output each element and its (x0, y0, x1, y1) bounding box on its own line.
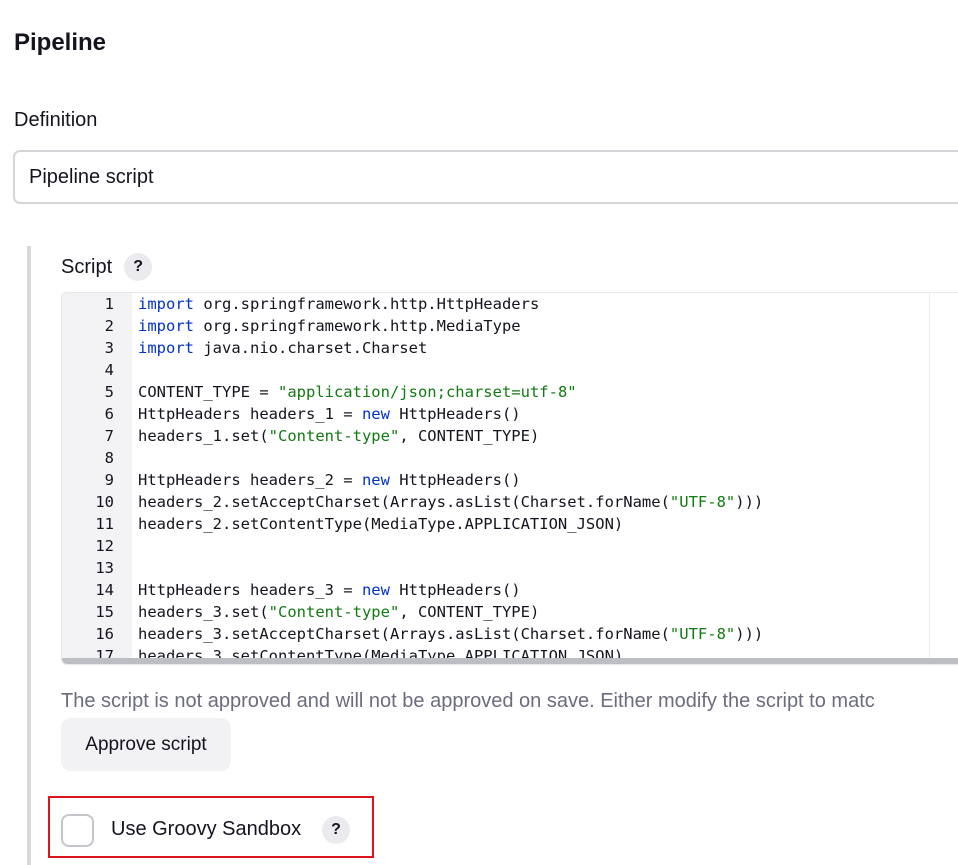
code-token: HttpHeaders() (389, 405, 521, 423)
code-token: org.springframework.http.MediaType (194, 317, 521, 335)
code-keyword: import (138, 317, 194, 335)
code-token: headers_3.set( (138, 603, 269, 621)
code-token: java.nio.charset.Charset (194, 339, 428, 357)
line-number: 1 (104, 295, 114, 313)
code-line: 2 import org.springframework.http.MediaTy… (62, 315, 763, 337)
code-line: 3 import java.nio.charset.Charset (62, 337, 763, 359)
code-string: "application/json;charset=utf-8" (277, 383, 577, 401)
editor-print-margin (929, 293, 930, 664)
line-number: 14 (95, 581, 114, 599)
code-token: ))) (735, 625, 764, 643)
code-line: 7 headers_1.set("Content-type", CONTENT_T… (62, 425, 763, 447)
code-text: HttpHeaders headers_3 = new HttpHeaders(… (114, 579, 521, 601)
line-number: 2 (104, 317, 114, 335)
code-line: 6 HttpHeaders headers_1 = new HttpHeaders… (62, 403, 763, 425)
code-string: "Content-type" (268, 603, 400, 621)
line-number: 6 (104, 405, 114, 423)
code-token: headers_2.setAcceptCharset(Arrays.asList… (138, 493, 670, 511)
code-token: , CONTENT_TYPE) (399, 427, 540, 445)
code-line: 9 HttpHeaders headers_2 = new HttpHeaders… (62, 469, 763, 491)
groovy-sandbox-label[interactable]: Use Groovy Sandbox (111, 818, 301, 841)
code-token: HttpHeaders headers_2 = (138, 471, 362, 489)
code-text: import org.springframework.http.HttpHead… (114, 293, 539, 315)
code-text: CONTENT_TYPE = "application/json;charset… (114, 381, 577, 403)
code-text: HttpHeaders headers_1 = new HttpHeaders(… (114, 403, 521, 425)
code-token: org.springframework.http.HttpHeaders (194, 295, 540, 313)
approve-script-button[interactable]: Approve script (61, 718, 231, 771)
code-token: HttpHeaders headers_3 = (138, 581, 362, 599)
line-number: 10 (95, 493, 114, 511)
code-line: 11 headers_2.setContentType(MediaType.APP… (62, 513, 763, 535)
code-line: 13 (62, 557, 763, 579)
code-text: headers_2.setAcceptCharset(Arrays.asList… (114, 491, 763, 513)
code-text: headers_2.setContentType(MediaType.APPLI… (114, 513, 623, 535)
code-lines: 1 import org.springframework.http.HttpHea… (62, 293, 763, 664)
line-number: 5 (104, 383, 114, 401)
line-number: 8 (104, 449, 114, 467)
code-line: 5 CONTENT_TYPE = "application/json;charse… (62, 381, 763, 403)
code-token: CONTENT_TYPE = (138, 383, 278, 401)
groovy-sandbox-checkbox[interactable] (61, 814, 94, 847)
script-editor[interactable]: 1 import org.springframework.http.HttpHea… (61, 292, 958, 665)
code-token: headers_3.setAcceptCharset(Arrays.asList… (138, 625, 670, 643)
nested-section-bar (27, 246, 31, 865)
code-line: 10 headers_2.setAcceptCharset(Arrays.asLi… (62, 491, 763, 513)
line-number: 11 (95, 515, 114, 533)
line-number: 3 (104, 339, 114, 357)
code-text: headers_3.setAcceptCharset(Arrays.asList… (114, 623, 763, 645)
code-line: 4 (62, 359, 763, 381)
code-line: 16 headers_3.setAcceptCharset(Arrays.asLi… (62, 623, 763, 645)
code-keyword: import (138, 339, 194, 357)
script-help-icon[interactable]: ? (124, 253, 153, 281)
script-label-row: Script ? (61, 253, 153, 281)
code-line: 14 HttpHeaders headers_3 = new HttpHeader… (62, 579, 763, 601)
line-number: 15 (95, 603, 114, 621)
definition-label: Definition (14, 109, 98, 131)
line-number: 16 (95, 625, 114, 643)
code-text: headers_1.set("Content-type", CONTENT_TY… (114, 425, 539, 447)
code-token: headers_2.setContentType(MediaType.APPLI… (138, 515, 624, 533)
script-label: Script (61, 255, 113, 278)
section-title: Pipeline (14, 29, 107, 56)
code-string: "Content-type" (268, 427, 400, 445)
code-line: 8 (62, 447, 763, 469)
sandbox-help-icon[interactable]: ? (322, 816, 350, 844)
code-text: import org.springframework.http.MediaTyp… (114, 315, 521, 337)
code-keyword: import (138, 295, 194, 313)
code-keyword: new (361, 471, 390, 489)
code-keyword: new (361, 405, 390, 423)
definition-select[interactable]: Pipeline script (13, 150, 958, 204)
code-text: HttpHeaders headers_2 = new HttpHeaders(… (114, 469, 521, 491)
editor-horizontal-scrollbar[interactable] (62, 658, 958, 664)
code-token: HttpHeaders() (389, 471, 521, 489)
code-line: 1 import org.springframework.http.HttpHea… (62, 293, 763, 315)
code-token: HttpHeaders() (389, 581, 521, 599)
code-text: headers_3.set("Content-type", CONTENT_TY… (114, 601, 539, 623)
code-token: , CONTENT_TYPE) (399, 603, 540, 621)
code-token: headers_1.set( (138, 427, 269, 445)
line-number: 12 (95, 537, 114, 555)
code-string: "UTF-8" (669, 493, 736, 511)
line-number: 13 (95, 559, 114, 577)
code-token: HttpHeaders headers_1 = (138, 405, 362, 423)
approval-message: The script is not approved and will not … (61, 690, 875, 712)
code-keyword: new (361, 581, 390, 599)
line-number: 4 (104, 361, 114, 379)
definition-selected-value: Pipeline script (29, 165, 154, 188)
line-number: 9 (104, 471, 114, 489)
code-token: ))) (735, 493, 764, 511)
code-line: 15 headers_3.set("Content-type", CONTENT_… (62, 601, 763, 623)
code-text: import java.nio.charset.Charset (114, 337, 427, 359)
code-string: "UTF-8" (669, 625, 736, 643)
line-number: 7 (104, 427, 114, 445)
code-line: 12 (62, 535, 763, 557)
